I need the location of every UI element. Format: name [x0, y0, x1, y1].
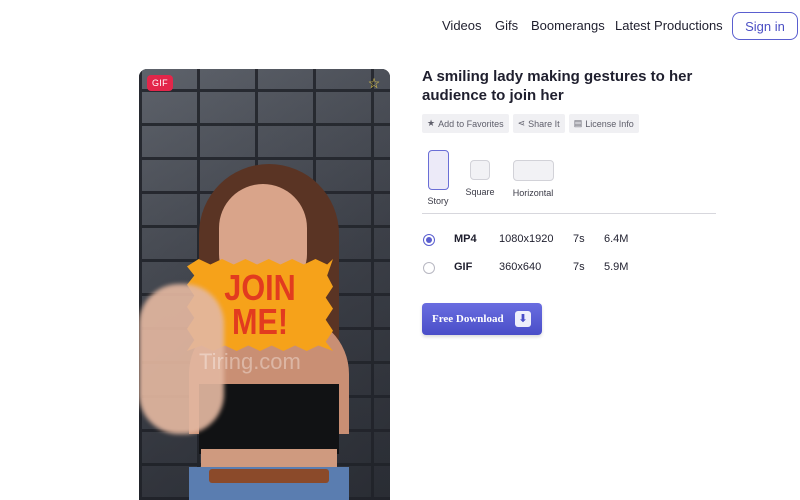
license-info-button[interactable]: ▤ License Info	[568, 114, 639, 133]
sign-in-button[interactable]: Sign in	[732, 12, 798, 40]
page-title: A smiling lady making gestures to her au…	[422, 68, 693, 104]
sign-text-line2: ME!	[231, 301, 289, 342]
format-option-square[interactable]: Square	[462, 148, 498, 197]
top-nav: Videos Gifs Boomerangs Latest Production…	[0, 0, 800, 52]
format-selector: Story Square Horizontal	[422, 148, 716, 214]
radio-gif[interactable]	[423, 262, 435, 274]
document-icon: ▤	[573, 118, 583, 128]
file-resolution: 360x640	[499, 261, 542, 273]
add-to-favorites-button[interactable]: ★ Add to Favorites	[422, 114, 509, 133]
share-it-label: Share It	[528, 118, 560, 129]
file-format: GIF	[454, 261, 473, 273]
format-option-horizontal[interactable]: Horizontal	[509, 148, 557, 198]
favorite-star-icon[interactable]: ☆	[366, 75, 382, 91]
horizontal-shape	[512, 160, 554, 181]
format-label-horizontal: Horizontal	[512, 188, 554, 198]
file-size: 5.9M	[604, 261, 629, 273]
watermark: Tiring.com	[199, 349, 301, 374]
format-label-story: Story	[427, 196, 449, 206]
nav-link-videos[interactable]: Videos	[442, 18, 482, 33]
file-duration: 7s	[573, 261, 585, 273]
gif-badge: GIF	[147, 75, 173, 91]
file-option-mp4[interactable]: MP4 1080x1920 7s 6.4M	[422, 230, 682, 250]
square-shape	[470, 160, 490, 180]
media-preview[interactable]: JOIN ME! Tiring.com GIF ☆	[139, 69, 390, 500]
action-buttons: ★ Add to Favorites ⋖ Share It ▤ License …	[422, 114, 639, 134]
preview-belt	[209, 469, 329, 483]
free-download-button[interactable]: Free Download ⬇	[422, 303, 542, 335]
free-download-label: Free Download	[432, 313, 504, 325]
radio-mp4[interactable]	[423, 234, 435, 246]
share-icon: ⋖	[517, 118, 526, 128]
file-format: MP4	[454, 233, 477, 245]
star-icon: ★	[427, 118, 436, 128]
nav-link-boomerangs[interactable]: Boomerangs	[531, 18, 605, 33]
preview-waist	[201, 449, 337, 469]
license-info-label: License Info	[585, 118, 634, 129]
sign-text-line1: JOIN	[224, 267, 296, 308]
file-resolution: 1080x1920	[499, 233, 554, 245]
file-duration: 7s	[573, 233, 585, 245]
format-option-story[interactable]: Story	[422, 148, 454, 206]
nav-link-gifs[interactable]: Gifs	[495, 18, 518, 33]
file-size: 6.4M	[604, 233, 629, 245]
file-option-gif[interactable]: GIF 360x640 7s 5.9M	[422, 258, 682, 278]
download-icon: ⬇	[515, 311, 531, 327]
story-shape	[427, 150, 449, 190]
format-label-square: Square	[465, 187, 495, 197]
share-it-button[interactable]: ⋖ Share It	[512, 114, 565, 133]
add-to-favorites-label: Add to Favorites	[438, 118, 504, 129]
nav-link-latest-productions[interactable]: Latest Productions	[615, 18, 723, 33]
